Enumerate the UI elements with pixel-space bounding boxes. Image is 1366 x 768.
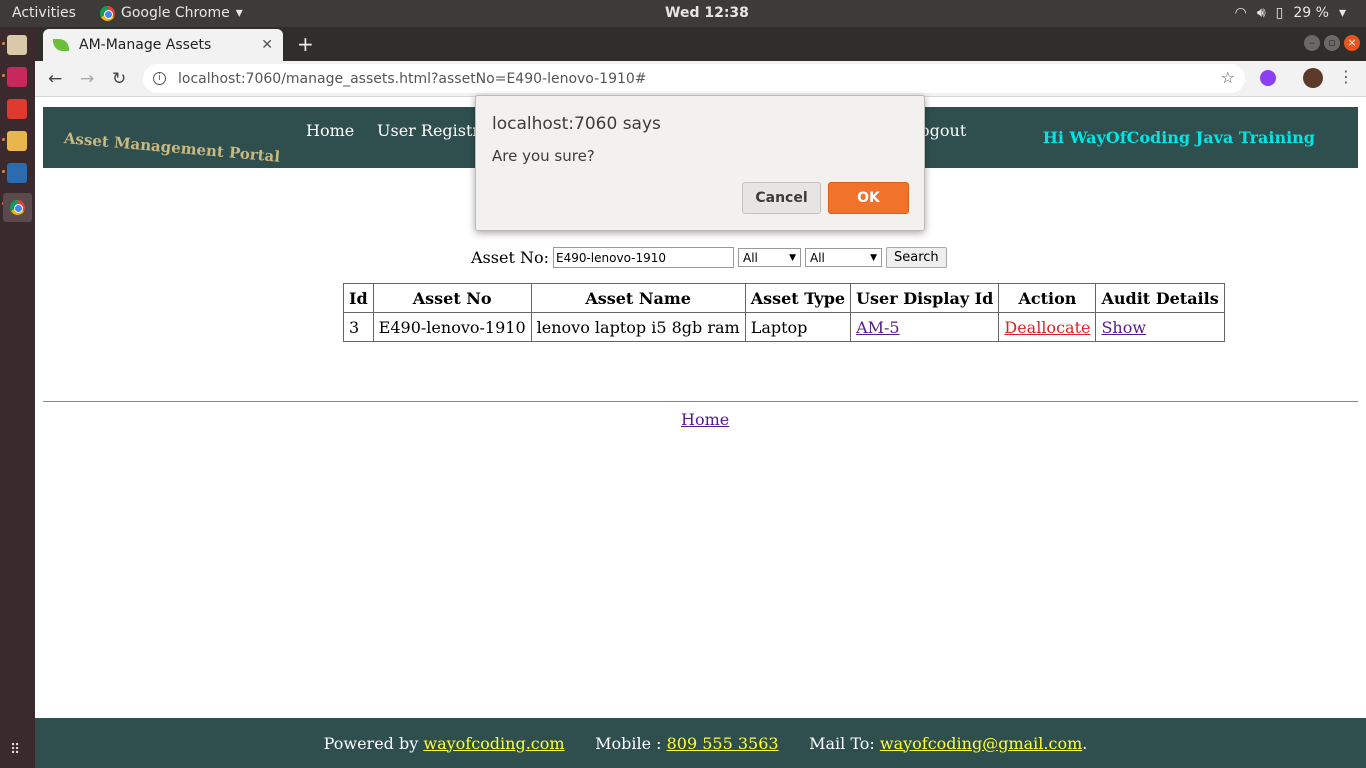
running-indicator	[2, 42, 5, 45]
running-indicator	[2, 138, 5, 141]
table-row: 3 E490-lenovo-1910 lenovo laptop i5 8gb …	[343, 312, 1225, 342]
nav-logout[interactable]: ogout	[920, 121, 966, 140]
search-form: Asset No: All ▼ All ▼ Search	[471, 247, 947, 268]
cell-asset-type: Laptop	[744, 312, 852, 342]
star-icon[interactable]: ☆	[1221, 68, 1235, 87]
reload-button[interactable]: ↻	[112, 69, 126, 89]
running-indicator	[2, 170, 5, 173]
wifi-icon: ◠	[1234, 5, 1247, 21]
intellij-icon[interactable]	[7, 67, 27, 87]
ok-button[interactable]: OK	[828, 182, 909, 214]
column-header: Asset No	[372, 283, 532, 313]
tab-manage-assets[interactable]: AM-Manage Assets ✕	[43, 29, 283, 61]
dropdown-arrow-icon: ▼	[870, 252, 877, 263]
postman-icon[interactable]	[7, 99, 27, 119]
filter-select-1[interactable]: All ▼	[737, 248, 801, 267]
site-brand: Asset Management Portal	[63, 129, 281, 166]
cell-id: 3	[343, 312, 374, 342]
dialog-title: localhost:7060 says	[492, 114, 661, 134]
new-tab-button[interactable]: +	[297, 32, 314, 56]
system-top-bar: Activities Google Chrome ▾ Wed 12:38 ◠ 🔊…	[0, 0, 1366, 27]
forward-button[interactable]: →	[80, 69, 94, 89]
filter-select-1-value: All	[742, 250, 758, 265]
system-clock[interactable]: Wed 12:38	[665, 5, 749, 21]
text-editor-icon[interactable]	[7, 131, 27, 151]
close-window-button[interactable]: ×	[1344, 35, 1360, 51]
app-menu[interactable]: Google Chrome ▾	[100, 5, 243, 21]
chrome-dock-item[interactable]	[3, 193, 32, 222]
column-header: Action	[998, 283, 1097, 313]
chrome-icon	[10, 200, 25, 215]
tab-bar: AM-Manage Assets ✕ + – ▫ ×	[35, 27, 1366, 61]
launcher-dock: ⠿	[0, 27, 35, 768]
cell-asset-name: lenovo laptop i5 8gb ram	[530, 312, 746, 342]
volume-icon: 🔊︎	[1256, 5, 1266, 21]
assets-table: Id Asset No Asset Name Asset Type User D…	[343, 283, 1225, 342]
column-header: Id	[343, 283, 374, 313]
menu-icon[interactable]: ⋮	[1338, 67, 1354, 86]
leaf-favicon-icon	[53, 39, 69, 51]
phone-link[interactable]: 809 555 3563	[667, 734, 779, 753]
footer-mobile-text: Mobile :	[564, 733, 667, 753]
column-header: Audit Details	[1095, 283, 1225, 313]
column-header: User Display Id	[850, 283, 1000, 313]
address-bar[interactable]: i localhost:7060/manage_assets.html?asse…	[143, 64, 1245, 93]
cell-audit: Show	[1095, 312, 1225, 342]
filter-select-2-value: All	[809, 250, 825, 265]
battery-level: 29 %	[1293, 5, 1329, 21]
maximize-button[interactable]: ▫	[1324, 35, 1340, 51]
column-header: Asset Type	[744, 283, 852, 313]
minimize-button[interactable]: –	[1304, 35, 1320, 51]
avatar[interactable]	[1303, 68, 1323, 88]
cell-asset-no: E490-lenovo-1910	[372, 312, 532, 342]
website-link[interactable]: wayofcoding.com	[423, 734, 564, 753]
browser-toolbar: ← → ↻ i localhost:7060/manage_assets.htm…	[35, 61, 1366, 97]
footer-mail-text: Mail To:	[778, 733, 880, 753]
nav-home[interactable]: Home	[306, 121, 354, 140]
url-text[interactable]: localhost:7060/manage_assets.html?assetN…	[178, 71, 647, 87]
close-icon[interactable]: ✕	[261, 37, 273, 53]
activities-button[interactable]: Activities	[12, 5, 76, 21]
divider	[43, 401, 1358, 402]
confirm-dialog: localhost:7060 says Are you sure? Cancel…	[475, 95, 925, 231]
show-audit-link[interactable]: Show	[1101, 318, 1146, 337]
table-header-row: Id Asset No Asset Name Asset Type User D…	[343, 283, 1225, 313]
column-header: Asset Name	[530, 283, 746, 313]
site-footer: Powered by wayofcoding.com Mobile : 809 …	[35, 718, 1366, 768]
search-button[interactable]: Search	[885, 247, 947, 268]
chevron-down-icon: ▾	[1338, 5, 1346, 21]
chrome-icon	[100, 5, 115, 21]
tab-title: AM-Manage Assets	[79, 37, 212, 53]
home-link[interactable]: Home	[681, 410, 729, 429]
asset-no-input[interactable]	[552, 247, 734, 268]
dropdown-arrow-icon: ▼	[789, 252, 796, 263]
window-controls: – ▫ ×	[1304, 35, 1360, 51]
show-applications-icon[interactable]: ⠿	[10, 742, 20, 758]
running-indicator	[2, 74, 5, 77]
app-menu-label: Google Chrome	[121, 5, 230, 21]
footer-period: .	[1082, 733, 1088, 753]
asset-no-label: Asset No:	[471, 248, 549, 267]
dialog-message: Are you sure?	[492, 147, 595, 165]
battery-icon: ▯	[1275, 5, 1284, 21]
chevron-down-icon: ▾	[235, 5, 243, 21]
footer-powered-text: Powered by	[323, 733, 424, 753]
user-display-id-link[interactable]: AM-5	[856, 318, 900, 337]
vscode-icon[interactable]	[7, 163, 27, 183]
info-icon[interactable]: i	[153, 72, 166, 85]
back-button[interactable]: ←	[48, 69, 62, 89]
filter-select-2[interactable]: All ▼	[804, 248, 882, 267]
user-greeting: Hi WayOfCoding Java Training	[1042, 128, 1315, 147]
system-tray[interactable]: ◠ 🔊︎ ▯ 29 % ▾	[1235, 5, 1346, 21]
extension-icon[interactable]	[1260, 70, 1276, 86]
cancel-button[interactable]: Cancel	[742, 182, 821, 214]
email-link[interactable]: wayofcoding@gmail.com	[880, 734, 1082, 753]
cell-user-display-id: AM-5	[850, 312, 1000, 342]
deallocate-link[interactable]: Deallocate	[1004, 318, 1090, 337]
cell-action: Deallocate	[998, 312, 1097, 342]
file-manager-icon[interactable]	[7, 35, 27, 55]
